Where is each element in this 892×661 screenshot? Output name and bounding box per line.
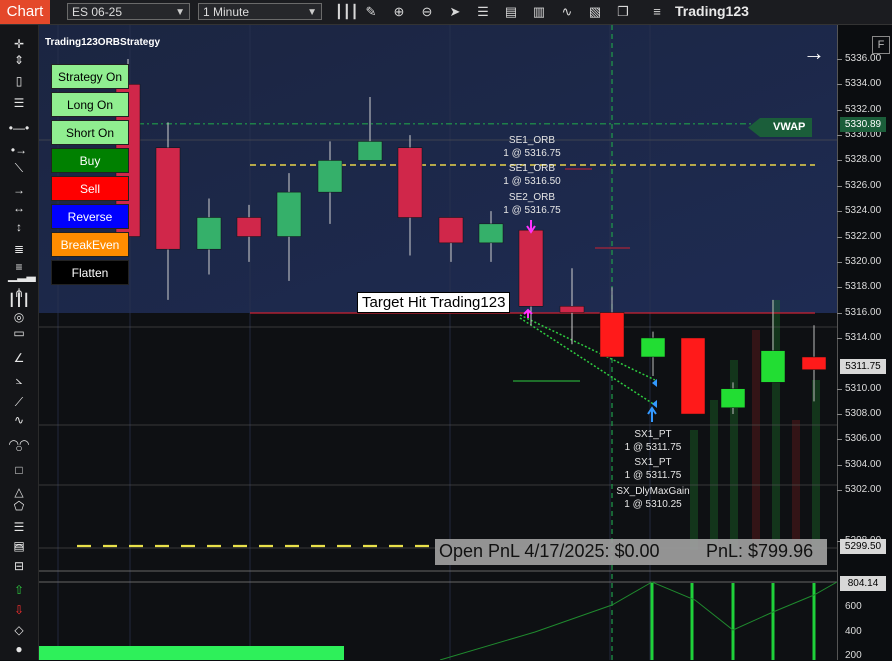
se2-orb-label: SE2_ORB 1 @ 5316.75 bbox=[503, 192, 561, 216]
axis-tick bbox=[837, 109, 842, 111]
price-label: 5324.00 bbox=[845, 205, 882, 217]
panel-button-sell[interactable]: Sell bbox=[51, 176, 129, 201]
sx-dlymaxgain-label: SX_DlyMaxGain 1 @ 5310.25 bbox=[616, 486, 690, 510]
candle-body bbox=[599, 312, 625, 358]
volume-label: 600 bbox=[845, 601, 862, 612]
candle-body bbox=[276, 191, 302, 237]
sx1-pt-label-2: SX1_PT 1 @ 5311.75 bbox=[624, 457, 682, 481]
se1-orb-label-2: SE1_ORB 1 @ 5316.50 bbox=[503, 163, 561, 187]
axis-tick bbox=[837, 160, 842, 162]
current-price-badge: 5311.75 bbox=[840, 359, 886, 375]
se1-orb-label: SE1_ORB 1 @ 5316.75 bbox=[503, 135, 561, 159]
axis-tick bbox=[837, 59, 842, 60]
strategy-title: Trading123ORBStrategy bbox=[45, 37, 161, 48]
candle-body bbox=[760, 350, 786, 383]
panel-button-long-on[interactable]: Long On bbox=[51, 92, 129, 117]
pnl-price-badge: 5299.50 bbox=[840, 539, 886, 554]
candle-body bbox=[680, 337, 706, 415]
target-hit-label: Target Hit Trading123 bbox=[357, 292, 511, 313]
price-label: 5328.00 bbox=[845, 154, 882, 166]
candle-body bbox=[640, 337, 666, 358]
panel-button-short-on[interactable]: Short On bbox=[51, 120, 129, 145]
candle-body bbox=[317, 160, 343, 193]
fullscreen-button[interactable]: F bbox=[872, 36, 890, 54]
candle-body bbox=[196, 217, 222, 250]
total-pnl-text: PnL: $799.96 bbox=[706, 541, 814, 561]
open-pnl-text: Open PnL 4/17/2025: $0.00 bbox=[439, 541, 660, 561]
arrow-right-icon[interactable]: → bbox=[803, 40, 825, 66]
volume-label: 200 bbox=[845, 650, 862, 661]
price-label: 5320.00 bbox=[845, 255, 882, 267]
axis-tick bbox=[837, 337, 842, 339]
price-label: 5306.00 bbox=[845, 433, 882, 445]
price-label: 5336.00 bbox=[845, 53, 882, 64]
candle-body bbox=[397, 147, 423, 218]
price-label: 5326.00 bbox=[845, 179, 882, 191]
price-label: 5322.00 bbox=[845, 230, 882, 242]
axis-tick bbox=[837, 414, 842, 416]
panel-button-flatten[interactable]: Flatten bbox=[51, 260, 129, 285]
axis-tick bbox=[837, 135, 842, 137]
vwap-price-badge: 5330.89 bbox=[840, 116, 886, 132]
candle-body bbox=[559, 306, 585, 313]
axis-tick bbox=[837, 312, 842, 314]
axis-tick bbox=[837, 490, 842, 492]
price-label: 5332.00 bbox=[845, 103, 882, 115]
axis-tick bbox=[837, 185, 842, 187]
candle-body bbox=[720, 388, 746, 408]
candle-body bbox=[357, 141, 383, 161]
price-label: 5334.00 bbox=[845, 78, 882, 90]
price-label: 5308.00 bbox=[845, 408, 882, 420]
vwap-label: VWAP bbox=[773, 121, 806, 133]
axis-tick bbox=[837, 464, 842, 466]
volume-current-badge: 804.14 bbox=[840, 576, 886, 591]
price-label: 5304.00 bbox=[845, 458, 882, 470]
price-label: 5314.00 bbox=[845, 331, 882, 343]
candle-body bbox=[518, 229, 544, 307]
axis-tick bbox=[837, 84, 842, 86]
price-label: 5310.00 bbox=[845, 382, 882, 394]
axis-tick bbox=[837, 261, 842, 263]
price-label: 5302.00 bbox=[845, 484, 882, 496]
volume-label: 400 bbox=[845, 626, 862, 637]
volume-bar bbox=[39, 646, 344, 660]
panel-button-breakeven[interactable]: BreakEven bbox=[51, 232, 129, 257]
axis-tick bbox=[837, 388, 842, 390]
sx1-pt-label: SX1_PT 1 @ 5311.75 bbox=[624, 429, 682, 453]
price-label: 5316.00 bbox=[845, 306, 882, 318]
candle-body bbox=[801, 356, 827, 370]
axis-tick bbox=[837, 287, 842, 289]
axis-tick bbox=[837, 211, 842, 213]
axis-tick bbox=[837, 236, 842, 238]
candle-body bbox=[438, 217, 464, 244]
panel-button-buy[interactable]: Buy bbox=[51, 148, 129, 173]
axis-tick bbox=[837, 439, 842, 441]
candle-body bbox=[236, 217, 262, 237]
panel-button-strategy-on[interactable]: Strategy On bbox=[51, 64, 129, 89]
panel-button-reverse[interactable]: Reverse bbox=[51, 204, 129, 229]
candle-body bbox=[478, 223, 504, 244]
price-label: 5318.00 bbox=[845, 281, 882, 293]
candle-body bbox=[155, 147, 181, 250]
